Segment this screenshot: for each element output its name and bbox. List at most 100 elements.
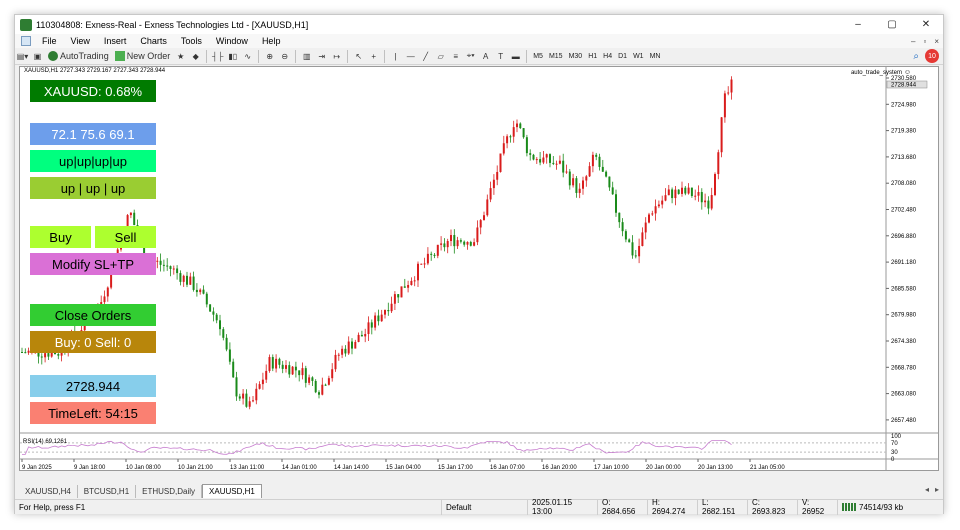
bullish-candle (479, 220, 482, 228)
minimize-button[interactable]: – (841, 15, 875, 34)
bearish-candle (209, 304, 212, 312)
chart-shift-icon[interactable]: ⇥ (315, 49, 328, 63)
time-tick-label: 9 Jan 18:00 (74, 465, 106, 471)
timeframe-m30[interactable]: M30 (566, 53, 586, 60)
timeframe-w1[interactable]: W1 (630, 53, 647, 60)
mdi-minimize-button[interactable]: – (911, 37, 915, 46)
bullish-candle (182, 275, 185, 282)
bearish-candle (575, 178, 578, 193)
autotrading-button[interactable]: AutoTrading (46, 49, 111, 63)
bullish-candle (106, 287, 109, 297)
horizontal-line-icon[interactable]: — (404, 49, 417, 63)
sell-button[interactable]: Sell (95, 226, 156, 248)
close-button[interactable]: ✕ (909, 15, 943, 34)
bullish-candle (129, 212, 132, 216)
bearish-candle (443, 243, 446, 248)
channel-icon[interactable]: ▱ (434, 49, 447, 63)
zoom-out-icon[interactable]: ⊖ (278, 49, 291, 63)
bearish-candle (522, 128, 525, 138)
tab-ethusd-daily[interactable]: ETHUSD,Daily (136, 485, 203, 498)
maximize-button[interactable]: ▢ (875, 15, 909, 34)
arrow-label-icon[interactable]: ▬ (509, 49, 522, 63)
menu-help[interactable]: Help (255, 36, 288, 46)
bearish-candle (397, 294, 400, 298)
bullish-candle (681, 187, 683, 194)
bearish-candle (377, 315, 380, 322)
buy-button[interactable]: Buy (30, 226, 91, 248)
tab-scroll-right-icon[interactable]: ▸ (935, 485, 939, 494)
bullish-candle (697, 192, 700, 196)
bearish-candle (281, 364, 284, 369)
mdi-close-button[interactable]: × (934, 37, 939, 46)
signals-icon[interactable]: ★ (174, 49, 187, 63)
bullish-candle (476, 227, 479, 243)
menu-insert[interactable]: Insert (97, 36, 134, 46)
bearish-candle (562, 160, 565, 173)
bearish-candle (552, 162, 555, 164)
bullish-candle (252, 400, 254, 402)
bullish-candle (367, 322, 370, 335)
cursor-icon[interactable]: ↖ (352, 49, 365, 63)
bearish-candle (539, 159, 542, 163)
timeframe-m5[interactable]: M5 (530, 53, 546, 60)
market-icon[interactable]: ◆ (189, 49, 202, 63)
line-chart-icon[interactable]: ∿ (241, 49, 254, 63)
fibonacci-icon[interactable]: ≡ (449, 49, 462, 63)
text-label-icon[interactable]: T (494, 49, 507, 63)
search-icon[interactable]: ⌕ (913, 51, 919, 62)
new-chart-icon[interactable]: ▤▾ (16, 49, 29, 63)
crosshair-icon[interactable]: + (367, 49, 380, 63)
bullish-candle (410, 280, 413, 285)
price-tick-label: 2691.180 (891, 260, 917, 266)
vertical-line-icon[interactable]: | (389, 49, 402, 63)
autotrading-label: AutoTrading (60, 51, 109, 61)
timeframe-d1[interactable]: D1 (615, 53, 630, 60)
timeframe-mn[interactable]: MN (647, 53, 664, 60)
notifications-badge[interactable]: 10 (925, 49, 939, 63)
mdi-restore-button[interactable]: ▫ (923, 37, 926, 46)
menu-tools[interactable]: Tools (174, 36, 209, 46)
tile-windows-icon[interactable]: ▥ (300, 49, 313, 63)
bearish-candle (621, 222, 624, 232)
menu-file[interactable]: File (35, 36, 64, 46)
timeframe-m15[interactable]: M15 (546, 53, 566, 60)
profiles-icon[interactable]: ▣ (31, 49, 44, 63)
bearish-candle (324, 384, 327, 386)
candlestick-icon[interactable]: ▮▯ (226, 49, 239, 63)
modify-sl-tp-button[interactable]: Modify SL+TP (30, 253, 156, 275)
timeframe-h1[interactable]: H1 (585, 53, 600, 60)
price-chart[interactable]: 2730.5802724.9802719.3802713.6802708.080… (20, 67, 939, 471)
menu-charts[interactable]: Charts (133, 36, 174, 46)
bullish-candle (661, 200, 664, 205)
bullish-candle (654, 206, 657, 214)
bearish-candle (318, 392, 320, 395)
bearish-candle (21, 351, 23, 353)
close-orders-button[interactable]: Close Orders (30, 304, 156, 326)
timeframe-h4[interactable]: H4 (600, 53, 615, 60)
bullish-candle (400, 286, 403, 298)
rsi-tick-label: 0 (891, 457, 895, 463)
bullish-candle (516, 123, 518, 128)
chart-document-icon[interactable] (21, 36, 31, 46)
menu-view[interactable]: View (64, 36, 97, 46)
bullish-candle (380, 314, 383, 322)
tab-xauusd-h1[interactable]: XAUUSD,H1 (202, 484, 262, 498)
menu-window[interactable]: Window (209, 36, 255, 46)
new-order-button[interactable]: New Order (113, 49, 173, 63)
trendline-icon[interactable]: ╱ (419, 49, 432, 63)
text-icon[interactable]: A (479, 49, 492, 63)
chart-window[interactable]: 2730.580 2724.980 2719.380 2713.680 2708.080… (19, 66, 939, 471)
bearish-candle (245, 393, 248, 407)
tab-scroll-left-icon[interactable]: ◂ (925, 485, 929, 494)
bullish-candle (285, 365, 287, 369)
bar-chart-icon[interactable]: ┤├ (211, 49, 224, 63)
shapes-icon[interactable]: ⌖▾ (464, 49, 477, 63)
zoom-in-icon[interactable]: ⊕ (263, 49, 276, 63)
tab-xauusd-h4[interactable]: XAUUSD,H4 (19, 485, 78, 498)
bearish-candle (525, 137, 528, 154)
bullish-candle (291, 366, 294, 375)
autoscroll-icon[interactable]: ↦ (330, 49, 343, 63)
tab-btcusd-h1[interactable]: BTCUSD,H1 (78, 485, 137, 498)
bullish-candle (720, 117, 723, 153)
time-left-label: TimeLeft: 54:15 (30, 402, 156, 424)
